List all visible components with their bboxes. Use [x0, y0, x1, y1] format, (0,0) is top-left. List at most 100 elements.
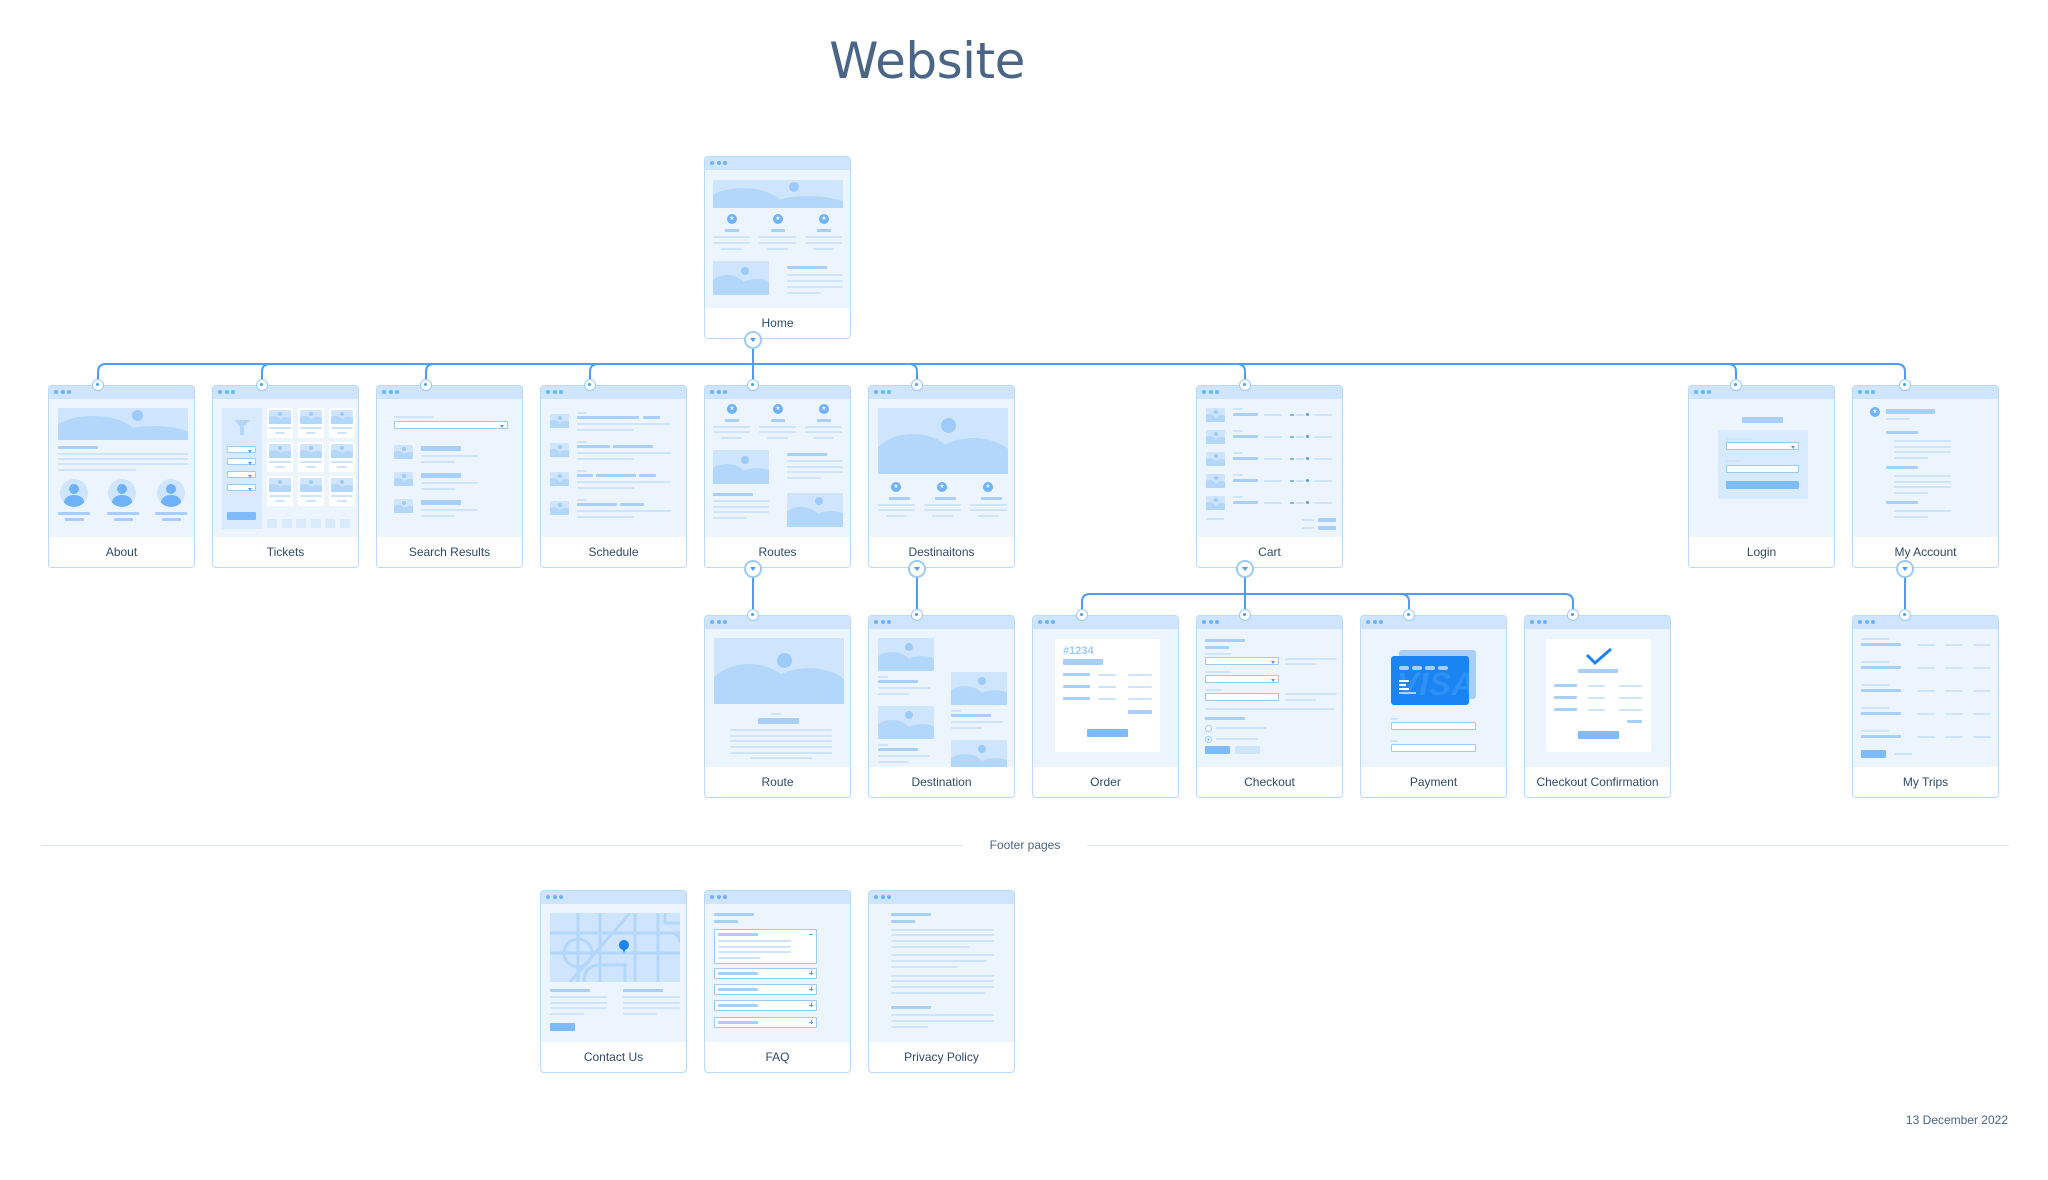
wireframe-preview [1197, 629, 1342, 767]
browser-bar [541, 386, 686, 399]
pagination-item [339, 519, 350, 528]
connection-node-icon [747, 609, 759, 621]
collapse-toggle-destinations[interactable] [908, 560, 926, 578]
page-card-routes[interactable]: Routes [704, 385, 851, 568]
window-dots-icon [710, 895, 727, 899]
browser-bar [541, 891, 686, 904]
browser-bar [705, 157, 850, 170]
page-label: About [105, 545, 138, 559]
wireframe-shape [1945, 644, 1963, 646]
page-label: Search Results [408, 545, 491, 559]
pagination-item [310, 519, 321, 528]
page-card-privacy-policy[interactable]: Privacy Policy [868, 890, 1015, 1073]
wireframe-preview [1197, 399, 1342, 537]
page-card-my-trips[interactable]: My Trips [1852, 615, 1999, 798]
page-card-tickets[interactable]: Tickets [212, 385, 359, 568]
collapse-toggle-routes[interactable] [744, 560, 762, 578]
page-card-checkout-confirmation[interactable]: Checkout Confirmation [1524, 615, 1671, 798]
page-card-destinations[interactable]: Destinaitons [868, 385, 1015, 568]
profile-icon [1870, 407, 1880, 417]
page-card-about[interactable]: About [48, 385, 195, 568]
wireframe-shape [718, 988, 758, 991]
pagination-item [325, 519, 335, 528]
image-icon [269, 478, 291, 492]
wireframe-shape [1973, 713, 1991, 715]
wireframe-shape [639, 474, 656, 477]
plus-icon [1306, 501, 1309, 504]
wireframe-shape [300, 461, 322, 463]
wireframe-shape [337, 500, 347, 502]
person-avatar-icon [157, 479, 185, 507]
plus-icon [1306, 457, 1309, 460]
wireframe-preview [1853, 629, 1998, 767]
window-dots-icon [710, 620, 727, 624]
wireframe-shape [1917, 644, 1935, 646]
pagination-item [267, 519, 277, 528]
page-card-route[interactable]: Route [704, 615, 851, 798]
window-dots-icon [1858, 390, 1875, 394]
wireframe-preview [377, 399, 522, 537]
browser-bar [1525, 616, 1670, 629]
feature-icon [727, 404, 737, 414]
wireframe-shape [1945, 667, 1963, 669]
wireframe-shape [269, 427, 291, 429]
window-dots-icon [1202, 620, 1219, 624]
feature-icon [727, 214, 737, 224]
image-icon [1206, 430, 1225, 444]
person-avatar-icon [60, 479, 88, 507]
page-card-search-results[interactable]: Search Results [376, 385, 523, 568]
hill-shape [340, 451, 353, 458]
hero-image-icon [713, 180, 843, 208]
page-label: Payment [1409, 775, 1458, 789]
wireframe-shape [577, 423, 671, 425]
sun-shape [557, 416, 563, 421]
page-card-login[interactable]: Login [1688, 385, 1835, 568]
wireframe-shape [300, 495, 322, 497]
wireframe-shape [1314, 414, 1332, 416]
page-card-checkout[interactable]: Checkout [1196, 615, 1343, 798]
image-icon [1206, 474, 1225, 488]
browser-bar [1197, 616, 1342, 629]
page-card-home[interactable]: Home [704, 156, 851, 339]
page-card-payment[interactable]: VISA Payment [1360, 615, 1507, 798]
page-card-order[interactable]: #1234 Order [1032, 615, 1179, 798]
page-card-cart[interactable]: Cart [1196, 385, 1343, 568]
wireframe-shape [1233, 452, 1243, 454]
wireframe-shape [1973, 644, 1991, 646]
collapse-toggle-cart[interactable] [1236, 560, 1254, 578]
browser-bar [49, 386, 194, 399]
sun-shape [557, 445, 563, 450]
plus-icon [809, 1003, 813, 1007]
collapse-toggle-home[interactable] [744, 331, 762, 349]
wireframe-shape [577, 458, 634, 460]
sun-shape [557, 474, 563, 479]
wireframe-shape [1861, 666, 1901, 669]
footer-section-label: Footer pages [989, 838, 1061, 852]
image-icon [331, 478, 353, 492]
sun-shape [1213, 432, 1219, 437]
page-label: Privacy Policy [904, 1050, 979, 1064]
page-card-faq[interactable]: FAQ [704, 890, 851, 1073]
wireframe-shape [577, 510, 671, 512]
wireframe-shape [1861, 643, 1901, 646]
window-dots-icon [1530, 620, 1547, 624]
page-card-my-account[interactable]: My Account [1852, 385, 1999, 568]
image-icon [550, 501, 569, 515]
wireframe-shape [1233, 479, 1258, 482]
wireframe-preview [541, 904, 686, 1042]
wireframe-shape [337, 432, 347, 434]
page-card-destination[interactable]: Destination [868, 615, 1015, 798]
wireframe-shape [1296, 414, 1304, 416]
page-label: Order [1090, 775, 1121, 789]
wireframe-shape [1973, 736, 1991, 738]
wireframe-shape [306, 466, 316, 468]
collapse-toggle-my-account[interactable] [1896, 560, 1914, 578]
feature-icon [891, 482, 901, 492]
wireframe-shape [577, 429, 634, 431]
plus-icon [1306, 435, 1309, 438]
sun-shape [340, 446, 345, 451]
page-card-contact-us[interactable]: Contact Us [540, 890, 687, 1073]
image-icon [550, 443, 569, 457]
page-card-schedule[interactable]: Schedule [540, 385, 687, 568]
feature-icon [819, 404, 829, 414]
